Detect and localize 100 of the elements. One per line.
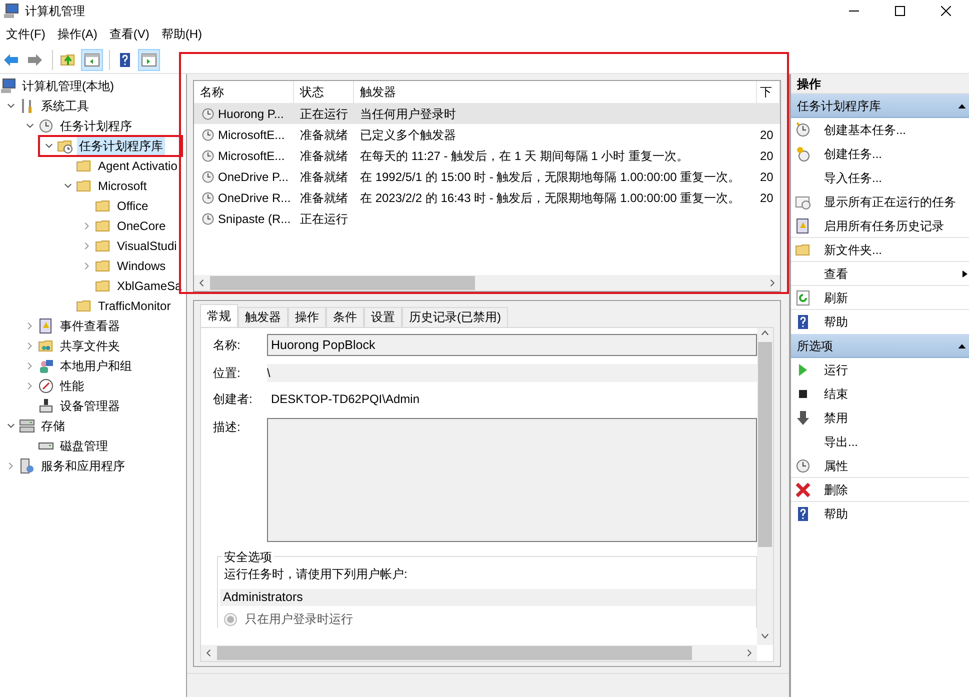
- submenu-arrow-icon: [961, 268, 969, 280]
- action-item[interactable]: 删除: [791, 478, 969, 502]
- tree-item[interactable]: Agent Activatio: [96, 156, 180, 176]
- action-item[interactable]: 导出...: [791, 430, 969, 454]
- tab[interactable]: 常规: [200, 304, 238, 327]
- tree-item[interactable]: OneCore: [115, 216, 168, 236]
- field-label: 创建者:: [212, 391, 254, 408]
- folder-icon: [95, 258, 111, 274]
- action-item[interactable]: 刷新: [791, 286, 969, 310]
- menu-item[interactable]: 文件(F): [0, 23, 52, 45]
- menu-item[interactable]: 查看(V): [103, 23, 156, 45]
- tree-item[interactable]: 事件查看器: [58, 316, 122, 336]
- tree-item[interactable]: 任务计划程序库: [77, 136, 165, 156]
- tree-item[interactable]: 系统工具: [39, 96, 91, 116]
- tree-item[interactable]: 计算机管理(本地): [20, 76, 116, 96]
- pane-icon: [84, 52, 100, 68]
- action-item[interactable]: 查看: [791, 262, 969, 286]
- group-label: 安全选项: [222, 548, 274, 566]
- tree-item[interactable]: Microsoft: [96, 176, 149, 196]
- table-cell: 20: [760, 170, 774, 184]
- table-row[interactable]: OneDrive P... 准备就绪 在 1992/5/1 的 15:00 时 - 触发后，无限期地每隔 1.00:00:00 重复一次。 20: [194, 166, 780, 187]
- pane-icon: [141, 52, 157, 68]
- tree-item[interactable]: 磁盘管理: [58, 436, 110, 456]
- field-label: 名称:: [212, 337, 242, 354]
- help-icon: [795, 506, 811, 522]
- tree-item[interactable]: 设备管理器: [58, 396, 122, 416]
- close-icon: [941, 6, 951, 16]
- action-item[interactable]: 创建任务...: [791, 142, 969, 166]
- section-header[interactable]: 任务计划程序库: [791, 94, 969, 118]
- scroll-down-icon[interactable]: [760, 631, 770, 641]
- table-cell: 准备就绪: [300, 170, 348, 184]
- tree-item[interactable]: TrafficMonitor: [96, 296, 173, 316]
- shared-folder-icon: [38, 338, 54, 354]
- tab[interactable]: 条件: [326, 307, 364, 327]
- folder-icon: [795, 242, 811, 258]
- scroll-up-icon[interactable]: [760, 328, 770, 338]
- pane-header: 操作: [791, 74, 969, 94]
- tree-item[interactable]: 性能: [58, 376, 86, 396]
- folder-icon: [76, 158, 92, 174]
- table-cell: 当任何用户登录时: [360, 106, 456, 120]
- menu-item[interactable]: 帮助(H): [155, 23, 208, 45]
- action-item[interactable]: 创建基本任务...: [791, 118, 969, 142]
- tab[interactable]: 设置: [364, 307, 402, 327]
- prompt-text: 运行任务时，请使用下列用户帐户:: [224, 566, 408, 583]
- storage-icon: [19, 418, 35, 434]
- refresh-icon: [795, 290, 811, 306]
- table-cell: 20: [760, 190, 774, 204]
- help-icon: [117, 52, 133, 68]
- folder-clock-icon: [57, 138, 73, 154]
- section-title: 所选项: [797, 338, 833, 354]
- tree-toggle-button[interactable]: [81, 48, 103, 70]
- help-icon: [795, 314, 811, 330]
- table-row[interactable]: OneDrive R... 准备就绪 在 2023/2/2 的 16:43 时 - 触发后，无限期地每隔 1.00:00:00 重复一次。 20: [194, 187, 780, 208]
- folder-icon: [76, 178, 92, 194]
- name-field[interactable]: Huorong PopBlock: [267, 334, 757, 356]
- tree-item[interactable]: 任务计划程序: [58, 116, 134, 136]
- tree-item[interactable]: 存储: [39, 416, 67, 436]
- action-item[interactable]: 导入任务...: [791, 166, 969, 190]
- tree-item[interactable]: 共享文件夹: [58, 336, 122, 356]
- tree-item[interactable]: Office: [115, 196, 150, 216]
- users-icon: [38, 358, 54, 374]
- table-row[interactable]: MicrosoftE... 准备就绪 在每天的 11:27 - 触发后，在 1 天 期间每隔 1 小时 重复一次。 20: [194, 145, 780, 166]
- table-cell: 在 1992/5/1 的 15:00 时 - 触发后，无限期地每隔 1.00:00:00 重复一次。: [360, 170, 740, 184]
- scrollbar-thumb[interactable]: [210, 276, 475, 290]
- account-field: Administrators: [220, 589, 756, 606]
- table-row[interactable]: Snipaste (R... 正在运行: [194, 208, 780, 229]
- action-item[interactable]: 帮助: [791, 310, 969, 334]
- action-item[interactable]: 属性: [791, 454, 969, 478]
- maximize-icon: [895, 6, 905, 16]
- tab[interactable]: 历史记录(已禁用): [402, 307, 508, 327]
- action-pane-button[interactable]: [138, 48, 160, 70]
- tree-item[interactable]: 服务和应用程序: [39, 456, 127, 476]
- description-field[interactable]: [267, 418, 757, 542]
- tab[interactable]: 操作: [288, 307, 326, 327]
- action-item[interactable]: 显示所有正在运行的任务: [791, 190, 969, 214]
- table-row[interactable]: Huorong P... 正在运行 当任何用户登录时: [194, 103, 780, 124]
- tab[interactable]: 触发器: [238, 307, 288, 327]
- scrollbar-thumb[interactable]: [217, 646, 692, 660]
- folder-icon: [95, 198, 111, 214]
- tree-item[interactable]: Windows: [115, 256, 168, 276]
- action-item[interactable]: 启用所有任务历史记录: [791, 214, 969, 238]
- delete-icon: [795, 482, 811, 498]
- device-icon: [38, 398, 54, 414]
- tree-item[interactable]: 本地用户和组: [58, 356, 134, 376]
- app-icon: [3, 3, 19, 19]
- folder-icon: [95, 218, 111, 234]
- location-field[interactable]: \: [267, 364, 757, 382]
- folder-icon: [76, 298, 92, 314]
- table-row[interactable]: MicrosoftE... 准备就绪 已定义多个触发器 20: [194, 124, 780, 145]
- action-item[interactable]: 新文件夹...: [791, 238, 969, 262]
- scrollbar-thumb[interactable]: [758, 342, 772, 547]
- section-header[interactable]: 所选项: [791, 334, 969, 358]
- action-item[interactable]: 禁用: [791, 406, 969, 430]
- menu-item[interactable]: 操作(A): [51, 23, 104, 45]
- action-item[interactable]: 结束: [791, 382, 969, 406]
- tree-item[interactable]: VisualStudi: [115, 236, 179, 256]
- folder-icon: [95, 238, 111, 254]
- action-item[interactable]: 帮助: [791, 502, 969, 526]
- table-cell: 正在运行: [300, 212, 348, 226]
- action-item[interactable]: 运行: [791, 358, 969, 382]
